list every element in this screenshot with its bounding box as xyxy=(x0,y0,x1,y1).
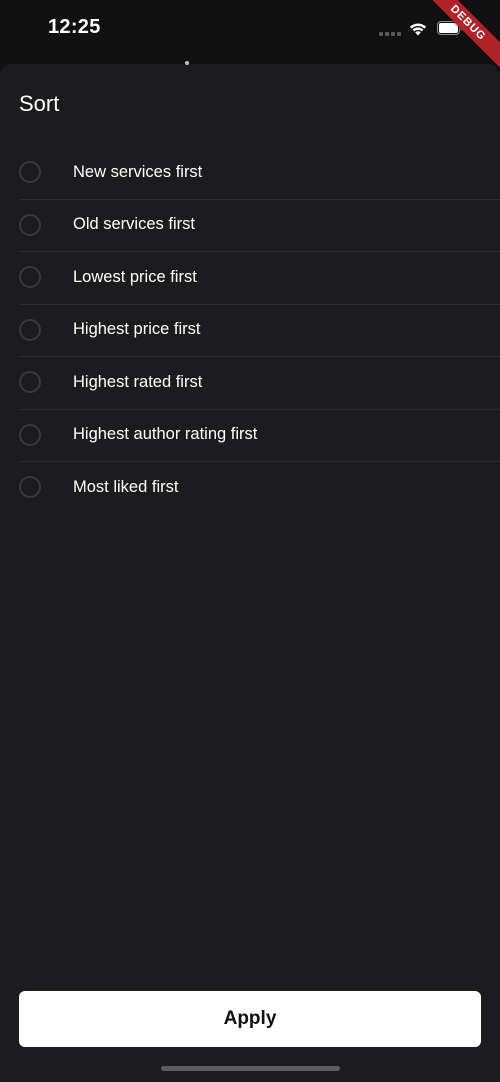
status-bar: 12:25 DEBUG xyxy=(0,0,500,72)
sort-option-most-liked[interactable]: Most liked first xyxy=(0,461,500,514)
option-label: Highest rated first xyxy=(73,372,203,391)
screen: 12:25 DEBUG Sort New services first Old xyxy=(0,0,500,1082)
sort-option-highest-price[interactable]: Highest price first xyxy=(0,303,500,357)
apply-button[interactable]: Apply xyxy=(19,991,481,1047)
radio-button[interactable] xyxy=(19,213,41,236)
radio-button[interactable] xyxy=(19,161,41,184)
status-time: 12:25 xyxy=(48,16,101,38)
option-label: Lowest price first xyxy=(73,267,197,286)
option-label: Highest price first xyxy=(73,320,201,339)
sort-option-highest-author-rating[interactable]: Highest author rating first xyxy=(0,408,500,462)
sort-option-new-services[interactable]: New services first xyxy=(0,146,500,199)
sort-option-old-services[interactable]: Old services first xyxy=(0,198,500,252)
wifi-icon xyxy=(409,23,427,36)
radio-button[interactable] xyxy=(19,476,41,499)
sort-option-highest-rated[interactable]: Highest rated first xyxy=(0,356,500,409)
sort-sheet: Sort New services first Old services fir… xyxy=(0,61,500,1082)
radio-button[interactable] xyxy=(19,371,41,394)
radio-button[interactable] xyxy=(19,318,41,341)
sort-options-list: New services first Old services first Lo… xyxy=(0,146,500,514)
sort-option-lowest-price[interactable]: Lowest price first xyxy=(0,251,500,304)
option-label: Highest author rating first xyxy=(73,425,258,444)
option-label: New services first xyxy=(73,162,203,181)
home-indicator xyxy=(161,1066,340,1071)
debug-banner: DEBUG xyxy=(419,0,500,72)
sheet-handle xyxy=(185,61,189,65)
radio-button[interactable] xyxy=(19,423,41,446)
option-label: Old services first xyxy=(73,215,195,234)
option-label: Most liked first xyxy=(73,477,179,496)
sheet-title: Sort xyxy=(19,91,60,116)
signal-icon xyxy=(379,32,401,36)
radio-button[interactable] xyxy=(19,266,41,289)
